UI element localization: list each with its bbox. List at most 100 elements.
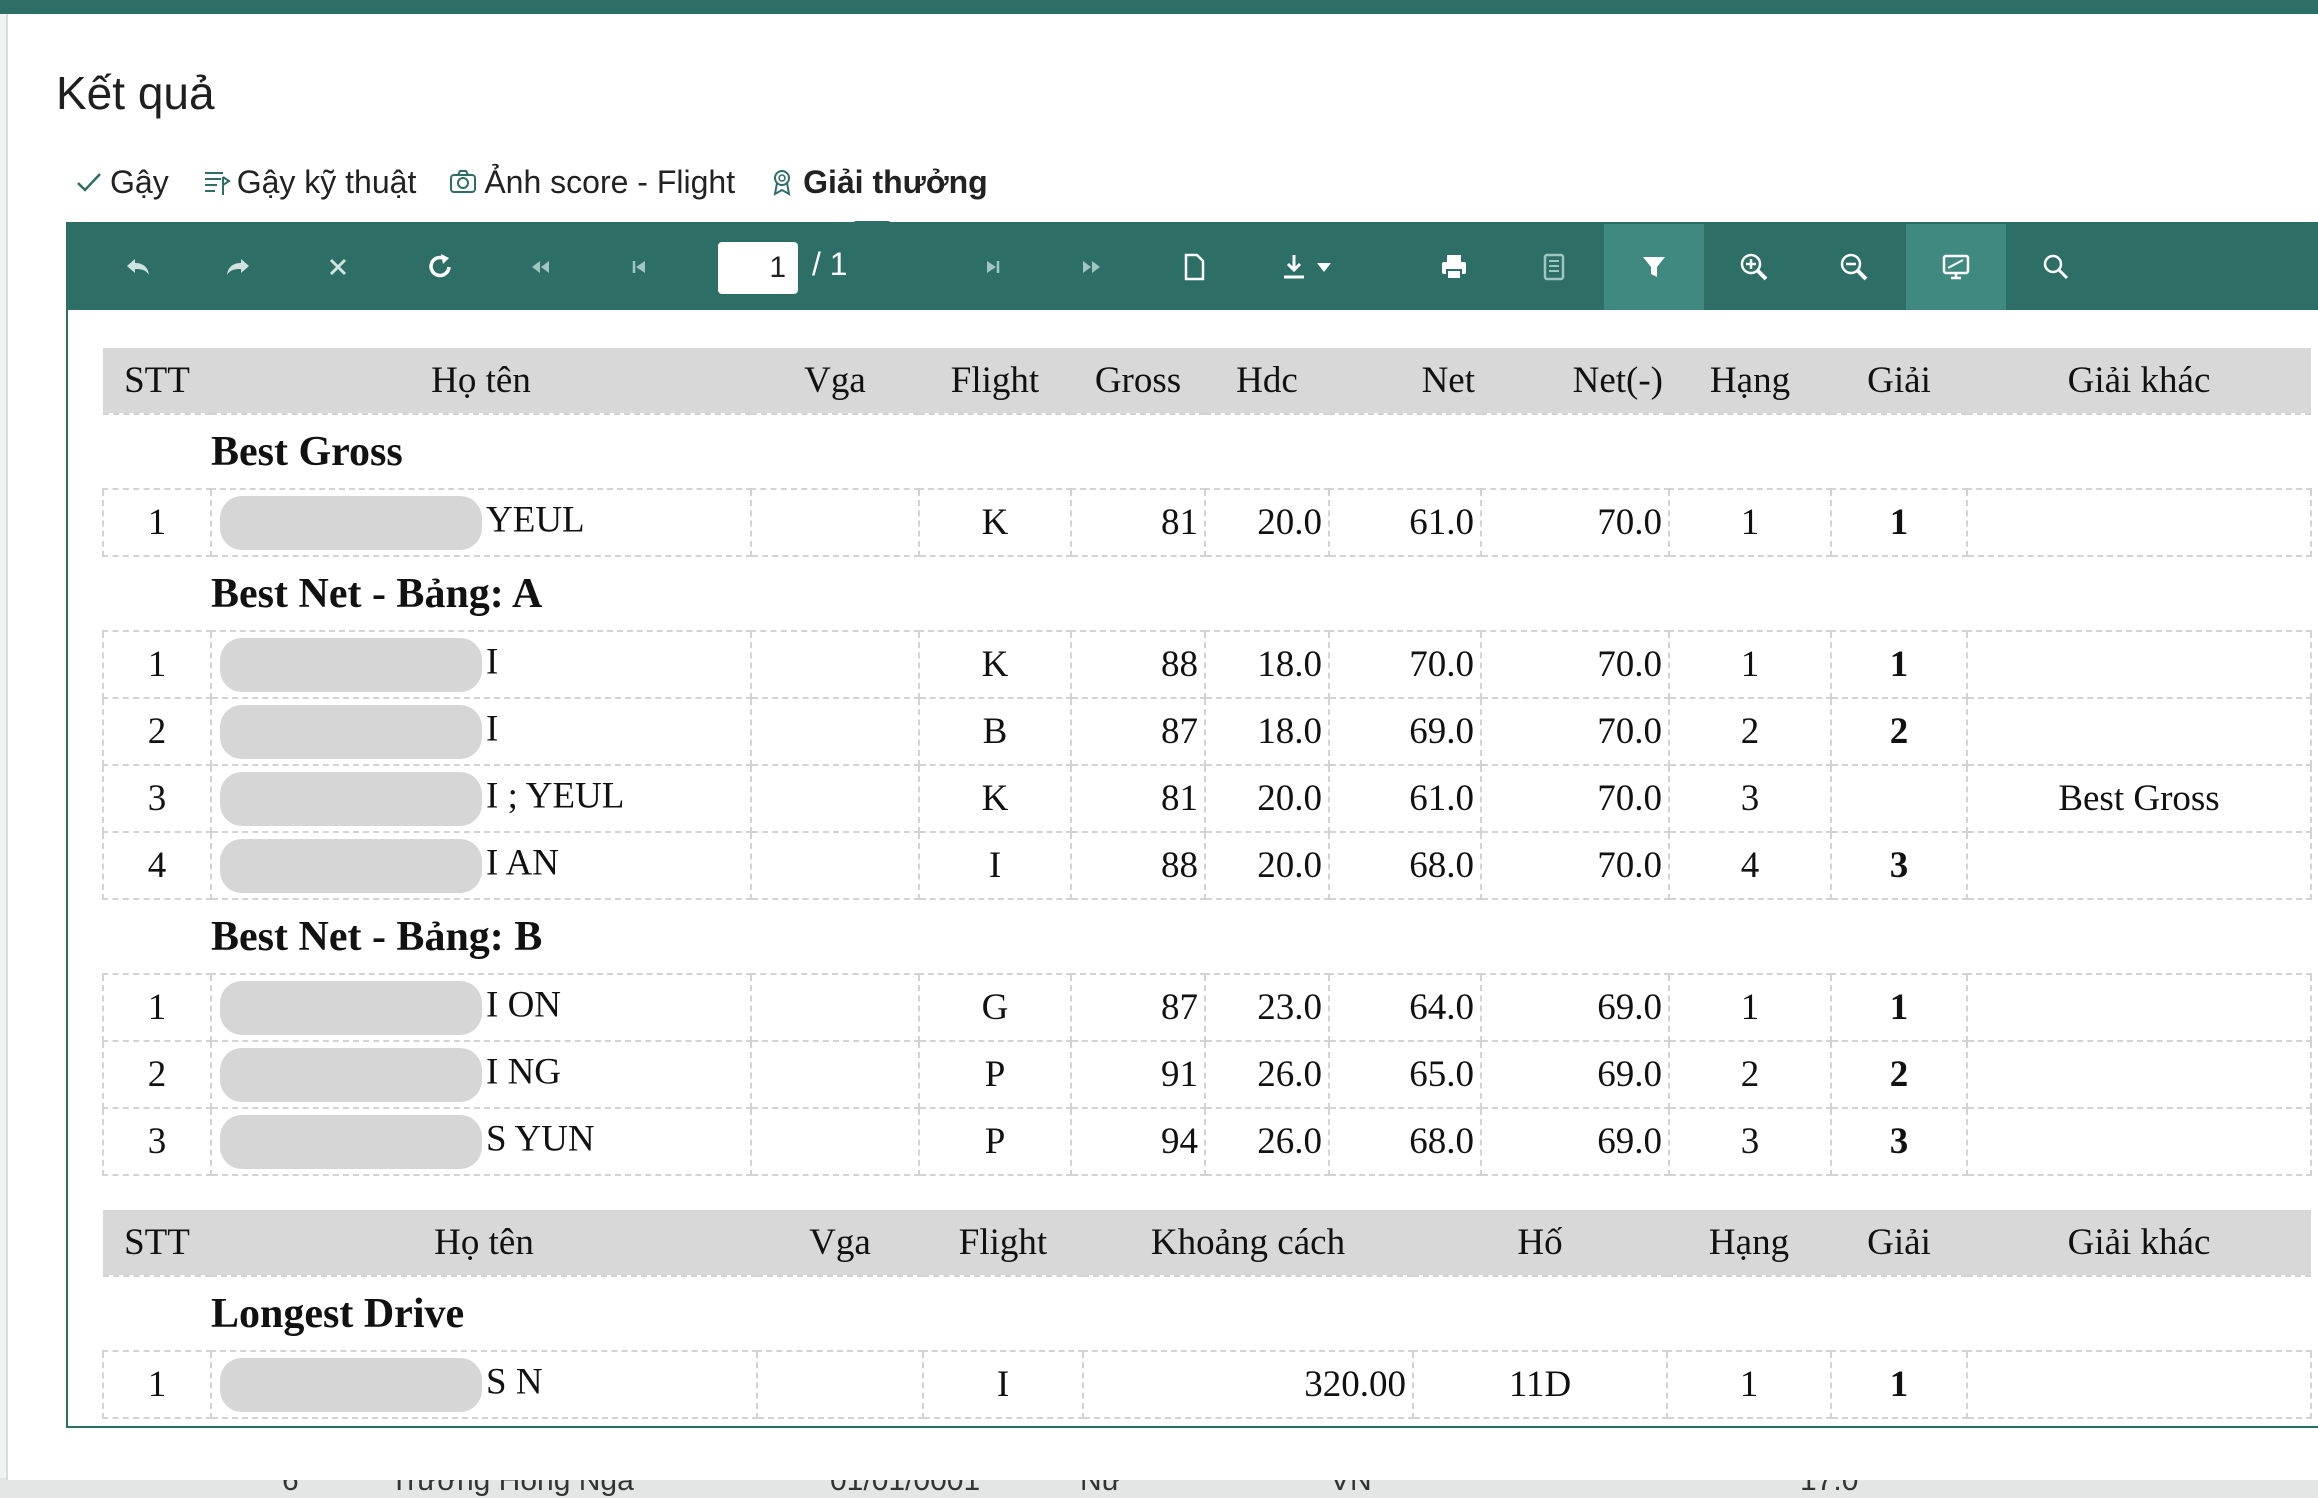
print-layout-button[interactable]: [1504, 224, 1604, 310]
flight-cell: B: [918, 697, 1072, 766]
net-cell: 61.0: [1328, 488, 1482, 557]
player-name-cell: S YUN: [210, 1107, 752, 1176]
display-mode-button[interactable]: [1906, 224, 2006, 310]
tab-gay[interactable]: Gậy: [72, 164, 169, 201]
table-row[interactable]: 1S N I 320.00 11D 1 1: [102, 1350, 2312, 1419]
distance-cell: 320.00: [1082, 1350, 1414, 1419]
page-number-input[interactable]: 1: [718, 242, 798, 294]
vga-cell: [750, 973, 920, 1042]
col-header-giai[interactable]: Giải: [1831, 1210, 1967, 1276]
flight-cell: P: [918, 1040, 1072, 1109]
col-header-vga[interactable]: Vga: [751, 348, 919, 414]
stt-cell: 3: [102, 764, 212, 833]
col-header-flight[interactable]: Flight: [919, 348, 1071, 414]
giai-cell: 2: [1830, 697, 1968, 766]
redo-button[interactable]: [188, 224, 288, 310]
zoom-in-button[interactable]: [1704, 224, 1804, 310]
close-icon: [329, 258, 347, 276]
col-header-flight[interactable]: Flight: [923, 1210, 1083, 1276]
vga-cell: [750, 1040, 920, 1109]
gross-cell: 88: [1070, 630, 1206, 699]
table-row[interactable]: 2I NG P 91 26.0 65.0 69.0 2 2: [102, 1040, 2312, 1109]
col-header-ho[interactable]: Hố: [1413, 1210, 1667, 1276]
col-header-net[interactable]: Net: [1329, 348, 1481, 414]
stt-cell: 1: [102, 630, 212, 699]
redacted-name-mask: [220, 838, 482, 893]
refresh-button[interactable]: [390, 224, 490, 310]
section-title: Best Net - Bảng: A: [103, 555, 2311, 632]
col-header-net-minus[interactable]: Net(-): [1481, 348, 1669, 414]
giai-cell: 1: [1830, 973, 1968, 1042]
search-button[interactable]: [2006, 224, 2106, 310]
hang-cell: 1: [1666, 1350, 1832, 1419]
new-document-button[interactable]: [1144, 224, 1244, 310]
col-header-stt[interactable]: STT: [103, 348, 211, 414]
col-header-giai[interactable]: Giải: [1831, 348, 1967, 414]
gross-cell: 81: [1070, 488, 1206, 557]
tab-gay-ky-thuat[interactable]: Gậy kỹ thuật: [199, 164, 416, 201]
table-row[interactable]: 3I ; YEUL K 81 20.0 61.0 70.0 3 Best Gross: [102, 764, 2312, 833]
background-table-row: 6 Trương Hồng Nga 01/01/0001 Nữ VN 17.0: [0, 1478, 2318, 1498]
report-viewer: 1 / 1 STT Họ tên Vga Flight Gross Hdc Ne…: [66, 222, 2318, 1428]
table-row[interactable]: 2 I B 87 18.0 69.0 70.0 2 2: [102, 697, 2312, 766]
longest-drive-table: STT Họ tên Vga Flight Khoảng cách Hố Hạn…: [102, 1210, 2312, 1419]
stt-cell: 2: [102, 697, 212, 766]
display-mode-icon: [1942, 254, 1970, 280]
flight-cell: I: [918, 831, 1072, 900]
bg-gender: Nữ: [1080, 1478, 1122, 1497]
tab-anh-score[interactable]: Ảnh score - Flight: [446, 164, 735, 201]
zoom-out-button[interactable]: [1804, 224, 1904, 310]
col-header-hang[interactable]: Hạng: [1669, 348, 1831, 414]
hang-cell: 1: [1668, 630, 1832, 699]
col-header-hang[interactable]: Hạng: [1667, 1210, 1831, 1276]
hdc-cell: 20.0: [1204, 831, 1330, 900]
close-button[interactable]: [288, 224, 388, 310]
col-header-gross[interactable]: Gross: [1071, 348, 1205, 414]
section-header-row: Best Net - Bảng: A: [103, 555, 2311, 632]
print-button[interactable]: [1404, 224, 1504, 310]
redacted-name-mask: [220, 771, 482, 826]
undo-button[interactable]: [88, 224, 188, 310]
col-header-stt[interactable]: STT: [103, 1210, 211, 1276]
section-title: Best Net - Bảng: B: [103, 898, 2311, 975]
col-header-ho-ten[interactable]: Họ tên: [211, 348, 751, 414]
filter-button[interactable]: [1604, 224, 1704, 310]
player-name-cell: S N: [210, 1350, 758, 1419]
hang-cell: 1: [1668, 488, 1832, 557]
table-row[interactable]: 1 I K 88 18.0 70.0 70.0 1 1: [102, 630, 2312, 699]
col-header-giai-khac[interactable]: Giải khác: [1967, 1210, 2311, 1276]
hdc-cell: 26.0: [1204, 1040, 1330, 1109]
report-toolbar: 1 / 1: [68, 224, 2318, 310]
vga-cell: [756, 1350, 924, 1419]
last-page-button[interactable]: [1042, 224, 1142, 310]
player-name-text: I AN: [486, 841, 559, 883]
section-header-row: Best Gross: [103, 413, 2311, 490]
col-header-vga[interactable]: Vga: [757, 1210, 923, 1276]
hdc-cell: 23.0: [1204, 973, 1330, 1042]
col-header-khoang-cach[interactable]: Khoảng cách: [1083, 1210, 1413, 1276]
hang-cell: 1: [1668, 973, 1832, 1042]
first-page-button[interactable]: [490, 224, 590, 310]
giai-khac-cell: [1966, 973, 2312, 1042]
bg-stt: 6: [282, 1478, 299, 1497]
chevron-down-icon: [1317, 263, 1331, 272]
player-name-text: I ON: [486, 983, 562, 1025]
col-header-ho-ten[interactable]: Họ tên: [211, 1210, 757, 1276]
download-dropdown[interactable]: [1304, 224, 1344, 310]
table-row[interactable]: 3S YUN P 94 26.0 68.0 69.0 3 3: [102, 1107, 2312, 1176]
giai-cell: 2: [1830, 1040, 1968, 1109]
player-name-cell: YEUL: [210, 488, 752, 557]
net-minus-cell: 70.0: [1480, 831, 1670, 900]
table-row[interactable]: 1I ON G 87 23.0 64.0 69.0 1 1: [102, 973, 2312, 1042]
tab-giai-thuong[interactable]: Giải thưởng: [765, 164, 988, 227]
next-page-button[interactable]: [942, 224, 1042, 310]
hdc-cell: 20.0: [1204, 764, 1330, 833]
next-page-icon: [987, 261, 1000, 273]
col-header-giai-khac[interactable]: Giải khác: [1967, 348, 2311, 414]
redacted-name-mask: [220, 495, 482, 550]
app-top-bar: [0, 0, 2318, 14]
table-row[interactable]: 4I AN I 88 20.0 68.0 70.0 4 3: [102, 831, 2312, 900]
table-row[interactable]: 1 YEUL K 81 20.0 61.0 70.0 1 1: [102, 488, 2312, 557]
col-header-hdc[interactable]: Hdc: [1205, 348, 1329, 414]
prev-page-button[interactable]: [590, 224, 690, 310]
